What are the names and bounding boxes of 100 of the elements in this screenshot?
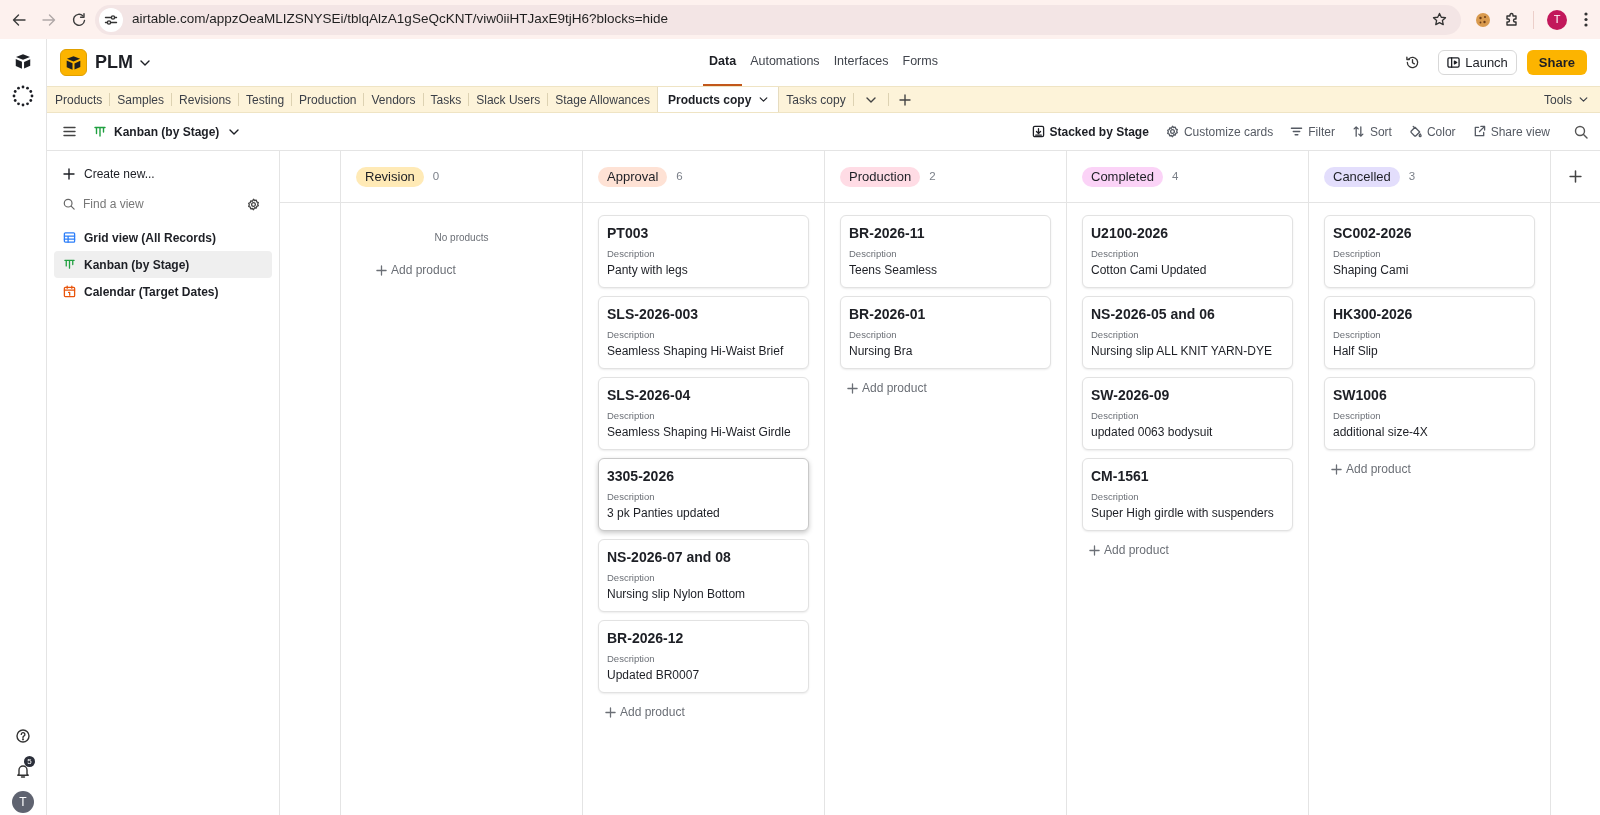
profile-avatar[interactable]: T <box>1547 9 1567 30</box>
plus-icon <box>1331 463 1342 475</box>
field-value: Seamless Shaping Hi-Waist Brief <box>607 343 785 359</box>
add-product-button[interactable]: Add product <box>847 378 927 398</box>
reload-icon[interactable] <box>71 11 87 28</box>
toolbar-button[interactable]: Share view <box>1472 122 1550 141</box>
table-tab[interactable]: Stage Allowances <box>548 87 657 112</box>
dotted-ring-icon[interactable] <box>12 85 34 107</box>
launch-button[interactable]: Launch <box>1438 50 1517 75</box>
toolbar-button[interactable]: Filter <box>1290 122 1335 141</box>
product-card[interactable]: BR-2026-11 Description Teens Seamless <box>840 215 1051 288</box>
card-title: SW-2026-09 <box>1091 386 1171 405</box>
field-value: additional size-4X <box>1333 424 1429 440</box>
cube-logo-icon[interactable] <box>60 49 87 76</box>
cookie-icon[interactable] <box>1475 11 1491 28</box>
view-item[interactable]: Calendar (Target Dates) <box>54 278 272 305</box>
card-title: SLS-2026-04 <box>607 386 692 405</box>
table-tab[interactable]: Testing <box>239 87 292 112</box>
nav-tab[interactable]: Forms <box>896 39 944 86</box>
table-tab[interactable]: Samples <box>110 87 172 112</box>
toolbar-button[interactable]: Stacked by Stage <box>1031 122 1149 141</box>
table-tab[interactable]: Slack Users <box>469 87 548 112</box>
puzzle-icon[interactable] <box>1504 11 1520 28</box>
help-icon[interactable] <box>16 729 30 743</box>
star-icon[interactable] <box>1432 12 1447 27</box>
product-card[interactable]: CM-1561 Description Super High girdle with suspenders <box>1082 458 1293 531</box>
table-tab[interactable]: Production <box>292 87 364 112</box>
field-label: Description <box>607 248 656 260</box>
table-tab[interactable]: Tasks copy <box>779 87 853 112</box>
product-card[interactable]: SW-2026-09 Description updated 0063 bodysuit <box>1082 377 1293 450</box>
kanban-icon <box>63 258 76 271</box>
history-icon[interactable] <box>1405 55 1421 70</box>
toolbar-button[interactable]: Color <box>1408 122 1456 141</box>
view-item[interactable]: Kanban (by Stage) <box>54 251 272 278</box>
nav-tab[interactable]: Automations <box>744 39 826 86</box>
sliders-icon[interactable] <box>99 7 123 32</box>
settings-icon[interactable] <box>247 197 260 211</box>
nav-tab[interactable]: Interfaces <box>827 39 895 86</box>
product-card[interactable]: SLS-2026-003 Description Seamless Shaping Hi-Waist Brief <box>598 296 809 369</box>
plus-icon[interactable] <box>1569 170 1582 183</box>
chevron-down-icon <box>1579 97 1588 102</box>
product-card[interactable]: 3305-2026 Description 3 pk Panties updated <box>598 458 809 531</box>
field-value: Nursing slip ALL KNIT YARN-DYE <box>1091 343 1273 359</box>
sort-icon <box>1351 125 1365 138</box>
chevron-down-icon <box>759 97 769 102</box>
product-card[interactable]: BR-2026-01 Description Nursing Bra <box>840 296 1051 369</box>
more-menu-icon[interactable] <box>1584 12 1588 27</box>
chevron-down-icon <box>140 59 150 66</box>
stage-badge: Approval <box>598 166 668 187</box>
product-card[interactable]: SW1006 Description additional size-4X <box>1324 377 1535 450</box>
add-product-button[interactable]: Add product <box>605 702 685 722</box>
table-tab[interactable]: Revisions <box>172 87 239 112</box>
product-card[interactable]: SC002-2026 Description Shaping Cami <box>1324 215 1535 288</box>
menu-icon[interactable] <box>63 126 76 137</box>
field-label: Description <box>1091 248 1140 260</box>
back-icon[interactable] <box>11 11 27 28</box>
table-tab[interactable]: Products copy <box>656 87 780 112</box>
product-card[interactable]: HK300-2026 Description Half Slip <box>1324 296 1535 369</box>
product-card[interactable]: SLS-2026-04 Description Seamless Shaping Hi-Waist Girdle <box>598 377 809 450</box>
field-value: Updated BR0007 <box>607 667 701 683</box>
product-card[interactable]: U2100-2026 Description Cotton Cami Updated <box>1082 215 1293 288</box>
field-label: Description <box>849 329 898 341</box>
plus-icon <box>376 264 387 276</box>
product-card[interactable]: NS-2026-07 and 08 Description Nursing slip Nylon Bottom <box>598 539 809 612</box>
base-name-button[interactable]: PLM <box>95 49 150 76</box>
field-label: Description <box>607 410 656 422</box>
product-card[interactable]: BR-2026-12 Description Updated BR0007 <box>598 620 809 693</box>
table-tab[interactable]: Products <box>48 87 110 112</box>
share-button[interactable]: Share <box>1526 50 1587 75</box>
create-new-button[interactable]: Create new... <box>54 161 272 187</box>
chevron-down-icon[interactable] <box>865 96 876 103</box>
address-bar[interactable]: airtable.com/appzOeaMLIZSNYSEi/tblqAlzA1gSeQcKNT/viw0iiHTJaxE9tjH6?blocks=hide <box>95 4 1461 35</box>
product-card[interactable]: NS-2026-05 and 06 Description Nursing slip ALL KNIT YARN-DYE <box>1082 296 1293 369</box>
kanban-icon <box>93 125 107 138</box>
plus-icon <box>1089 544 1100 556</box>
card-title: PT003 <box>607 224 650 243</box>
table-tab[interactable]: Vendors <box>364 87 423 112</box>
empty-message: No products <box>434 231 489 245</box>
add-product-button[interactable]: Add product <box>1331 459 1411 479</box>
notifications-icon[interactable] <box>15 763 31 779</box>
product-card[interactable]: PT003 Description Panty with legs <box>598 215 809 288</box>
search-icon[interactable] <box>1574 124 1588 139</box>
stage-badge: Completed <box>1082 166 1163 187</box>
toolbar-button[interactable]: Sort <box>1351 122 1392 141</box>
view-item[interactable]: Grid view (All Records) <box>54 224 272 251</box>
cube-logo-icon[interactable] <box>14 53 32 70</box>
user-avatar[interactable]: T <box>12 791 34 813</box>
plus-icon[interactable] <box>898 93 911 106</box>
field-label: Description <box>607 653 656 665</box>
plus-icon <box>63 168 75 180</box>
card-title: BR-2026-01 <box>849 305 927 324</box>
add-product-button[interactable]: Add product <box>376 260 456 280</box>
add-product-button[interactable]: Add product <box>1089 540 1169 560</box>
toolbar-button[interactable]: Customize cards <box>1165 122 1274 141</box>
table-tab[interactable]: Tasks <box>423 87 469 112</box>
view-switcher-button[interactable]: Kanban (by Stage) <box>93 122 240 141</box>
find-view-field[interactable]: Find a view <box>83 193 239 215</box>
tools-button[interactable]: Tools <box>1544 87 1588 112</box>
field-value: Nursing Bra <box>849 343 914 359</box>
card-title: BR-2026-12 <box>607 629 685 648</box>
